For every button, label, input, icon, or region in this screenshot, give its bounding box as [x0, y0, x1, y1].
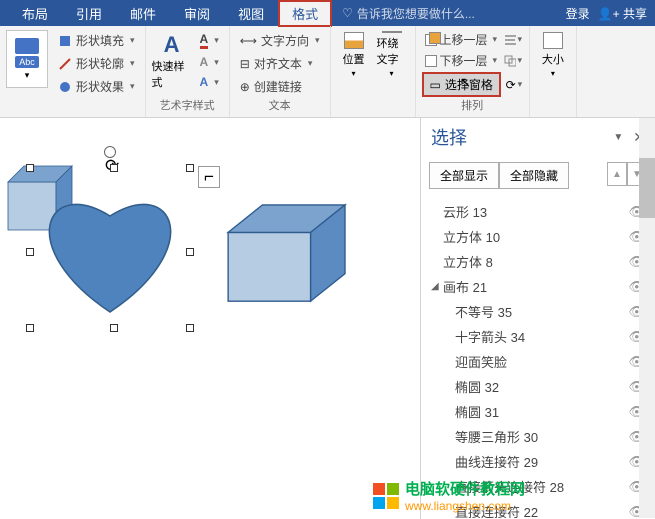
group-objects-button[interactable]	[504, 53, 522, 69]
group-size: 大小▾	[530, 26, 577, 117]
list-item[interactable]: 等腰三角形 30👁	[427, 424, 649, 449]
align-icon	[504, 34, 515, 46]
heart-shape[interactable]: ⟳ ⌐	[30, 168, 190, 328]
document-canvas[interactable]: ⟳ ⌐ 叠在一起，其中一个图形 ，就是在下面的图形被在上面的图形遮挡 见了分层，…	[0, 118, 420, 519]
size-icon	[543, 32, 563, 49]
ribbon: Abc ▾ 形状填充 形状轮廓 形状效果 A 快速样式 A A A 艺术字样式 …	[0, 26, 655, 118]
pen-icon	[58, 57, 72, 71]
create-link-button[interactable]: ⊕创建链接	[236, 76, 324, 97]
align-icon: ⊟	[240, 57, 250, 71]
arrange-group-label: 排列	[422, 97, 523, 113]
list-item[interactable]: 椭圆 32👁	[427, 374, 649, 399]
wrap-text-button[interactable]: 环绕文字▾	[375, 30, 409, 80]
resize-handle[interactable]	[26, 324, 34, 332]
pane-dropdown-icon[interactable]: ▼	[613, 132, 623, 143]
effects-icon	[58, 80, 72, 94]
selection-pane: 选择 ▼ ✕ 全部显示 全部隐藏 ▲ ▼ 云形 13👁 立方体 10👁 立方体 …	[420, 118, 655, 519]
tab-format[interactable]: 格式	[278, 0, 332, 27]
bring-forward-button[interactable]: 上移一层	[422, 30, 501, 49]
bucket-icon	[58, 34, 72, 48]
tab-layout[interactable]: 布局	[8, 0, 62, 27]
rotate-button[interactable]: ⟳	[505, 77, 523, 93]
vertical-scrollbar[interactable]	[639, 118, 655, 518]
position-icon	[344, 32, 364, 49]
pane-title: 选择	[431, 124, 467, 150]
resize-handle[interactable]	[26, 164, 34, 172]
layout-options-icon[interactable]: ⌐	[198, 166, 220, 188]
person-icon: 👤+	[598, 7, 620, 21]
list-item[interactable]: ◢画布 21👁	[427, 274, 649, 299]
list-item[interactable]: 不等号 35👁	[427, 299, 649, 324]
scrollbar-thumb[interactable]	[639, 158, 655, 218]
group-shape-styles: Abc ▾ 形状填充 形状轮廓 形状效果	[0, 26, 146, 117]
shape-style-gallery[interactable]: Abc ▾	[6, 30, 48, 88]
resize-handle[interactable]	[110, 324, 118, 332]
text-fill-button[interactable]: A	[196, 30, 223, 51]
workspace: ⟳ ⌐ 叠在一起，其中一个图形 ，就是在下面的图形被在上面的图形遮挡 见了分层，…	[0, 118, 655, 519]
share-button[interactable]: 👤+ 共享	[598, 5, 647, 22]
shape-fill-button[interactable]: 形状填充	[54, 30, 139, 51]
cube-shape-2[interactable]	[215, 198, 365, 308]
letter-a-icon: A	[164, 32, 180, 58]
position-button[interactable]: 位置▾	[337, 30, 371, 80]
link-icon: ⊕	[240, 80, 250, 94]
resize-handle[interactable]	[26, 248, 34, 256]
resize-handle[interactable]	[186, 164, 194, 172]
group-arrange: 上移一层 下移一层 ▭选择窗格 ⟳ 排列 ↖	[416, 26, 530, 117]
list-item[interactable]: 立方体 8👁	[427, 249, 649, 274]
text-direction-button[interactable]: ⟷文字方向	[236, 30, 324, 51]
tab-review[interactable]: 审阅	[170, 0, 224, 27]
show-all-button[interactable]: 全部显示	[429, 162, 499, 189]
text-effects-button[interactable]: A	[196, 73, 223, 91]
wrap-icon	[382, 31, 402, 33]
tab-view[interactable]: 视图	[224, 0, 278, 27]
tell-me-search[interactable]: ♡ 告诉我您想要做什么...	[342, 5, 475, 22]
group-text: ⟷文字方向 ⊟对齐文本 ⊕创建链接 文本	[230, 26, 331, 117]
selection-list[interactable]: 云形 13👁 立方体 10👁 立方体 8👁 ◢画布 21👁 不等号 35👁 十字…	[421, 195, 655, 519]
mouse-cursor: ↖	[460, 74, 472, 91]
move-up-button[interactable]: ▲	[607, 162, 627, 186]
list-item[interactable]: 十字箭头 34👁	[427, 324, 649, 349]
rotate-handle[interactable]: ⟳	[104, 146, 116, 158]
shape-outline-button[interactable]: 形状轮廓	[54, 53, 139, 74]
watermark: 电脑软硬件教程网 www.liangshen.com	[373, 478, 525, 513]
expand-icon[interactable]: ◢	[431, 281, 443, 292]
tab-mail[interactable]: 邮件	[116, 0, 170, 27]
quick-style-button[interactable]: A 快速样式	[152, 36, 192, 86]
shape-effects-button[interactable]: 形状效果	[54, 76, 139, 97]
list-item[interactable]: 立方体 10👁	[427, 224, 649, 249]
abc-label: Abc	[15, 56, 39, 68]
rotate-icon: ⟳	[506, 78, 516, 92]
send-backward-button[interactable]: 下移一层	[422, 51, 501, 70]
size-button[interactable]: 大小▾	[536, 30, 570, 80]
group-arrange-pos: 位置▾ 环绕文字▾	[331, 26, 416, 117]
align-text-button[interactable]: ⊟对齐文本	[236, 53, 324, 74]
ribbon-tabs: 布局 引用 邮件 审阅 视图 格式 ♡ 告诉我您想要做什么... 登录 👤+ 共…	[0, 0, 655, 26]
hide-all-button[interactable]: 全部隐藏	[499, 162, 569, 189]
text-group-label: 文本	[236, 97, 324, 113]
group-icon	[504, 55, 515, 67]
list-item[interactable]: 曲线连接符 29👁	[427, 449, 649, 474]
tab-reference[interactable]: 引用	[62, 0, 116, 27]
direction-icon: ⟷	[240, 34, 257, 48]
rectangle-icon	[15, 38, 39, 54]
windows-logo-icon	[373, 483, 399, 509]
pane-icon: ▭	[430, 78, 441, 92]
group-wordart: A 快速样式 A A A 艺术字样式	[146, 26, 230, 117]
align-button[interactable]	[504, 32, 522, 48]
resize-handle[interactable]	[186, 324, 194, 332]
resize-handle[interactable]	[186, 248, 194, 256]
wordart-group-label: 艺术字样式	[152, 97, 223, 113]
list-item[interactable]: 椭圆 31👁	[427, 399, 649, 424]
resize-handle[interactable]	[110, 164, 118, 172]
text-outline-button[interactable]: A	[196, 53, 223, 71]
lightbulb-icon: ♡	[342, 6, 353, 20]
list-item[interactable]: 迎面笑脸👁	[427, 349, 649, 374]
list-item[interactable]: 云形 13👁	[427, 199, 649, 224]
login-button[interactable]: 登录	[566, 5, 590, 22]
